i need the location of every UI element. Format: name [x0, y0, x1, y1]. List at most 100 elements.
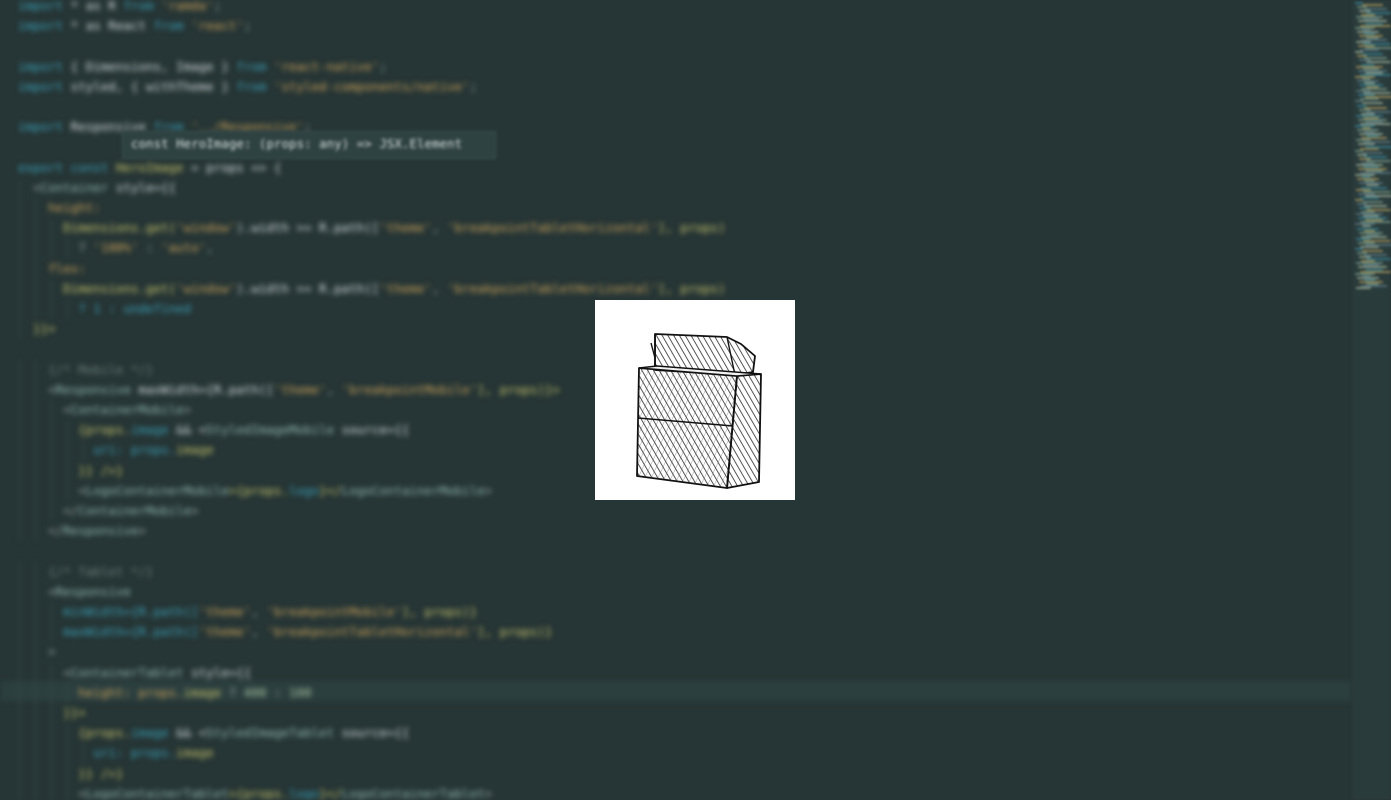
indent-guide [50, 783, 52, 800]
code-token: import [18, 0, 64, 13]
indent-guide [50, 440, 52, 461]
code-token: }}> [18, 321, 56, 337]
code-token: ; [243, 18, 252, 34]
code-token: image [176, 442, 214, 458]
code-token: LogoContainerMobile [85, 482, 229, 498]
code-token: ], props)} [401, 604, 478, 619]
code-line: </Responsive> [18, 521, 146, 541]
code-token: height: props. [18, 684, 184, 700]
code-token: ; [469, 78, 478, 94]
code-token: 'breakpointTabletHorizontal' [266, 624, 478, 640]
code-token: image [130, 422, 169, 438]
code-token: * as React [63, 18, 154, 34]
code-line: <LogoContainerMobile>{props.logo}</LogoC… [18, 481, 492, 501]
code-token: ], props)}> [477, 381, 560, 397]
code-token: , [251, 604, 267, 619]
indent-guide [50, 420, 52, 441]
code-token: , [326, 381, 342, 397]
code-token: Responsive [63, 523, 139, 539]
code-line: > [18, 642, 56, 662]
code-line: }} />} [18, 764, 123, 784]
code-line: maxWidth={R.path(['theme', 'breakpointTa… [18, 622, 552, 642]
indent-guide [50, 682, 52, 703]
code-token: 'window' [176, 280, 237, 296]
code-token: ContainerMobile [78, 503, 192, 518]
code-token: 'breakpointMobile' [341, 381, 478, 397]
indent-guide [50, 723, 52, 744]
code-token: Responsive [55, 583, 131, 599]
code-token: ], props)} [477, 624, 553, 640]
indent-guide [66, 238, 68, 259]
minimap[interactable] [1352, 0, 1391, 800]
indent-guide [34, 561, 36, 582]
code-token: 100 [288, 684, 312, 700]
indent-guide [34, 440, 36, 461]
code-line: }}> [18, 703, 86, 723]
code-line: import styled, { withTheme } from 'style… [18, 77, 477, 97]
code-token: style={{ [108, 179, 177, 195]
code-token: , [431, 280, 448, 296]
indent-guide [34, 258, 36, 279]
indent-guide [34, 682, 36, 703]
code-line: ? '100%' : 'auto', [18, 238, 214, 258]
code-token: > [484, 785, 493, 800]
indent-guide [66, 460, 68, 481]
code-token: && < [168, 422, 207, 438]
code-token: < [18, 583, 56, 599]
code-line: <ContainerTablet style={{ [18, 663, 251, 683]
indent-guide [19, 763, 20, 784]
code-token: < [18, 785, 86, 800]
hover-tooltip: const HeroImage: (props: any) => JSX.Ele… [122, 131, 496, 159]
indent-guide [50, 460, 52, 481]
code-line: height: [18, 198, 101, 218]
code-token: image [130, 725, 169, 741]
code-line: height: props.image ? 400 : 100 [18, 683, 312, 703]
code-token: ).width >= R.path([ [236, 220, 380, 236]
indent-guide [66, 783, 68, 800]
indent-guide [50, 218, 52, 239]
code-token: >{props. [228, 785, 289, 800]
code-token: : [138, 240, 161, 256]
indent-guide [50, 743, 52, 764]
indent-guide [66, 480, 68, 501]
code-token: , [206, 240, 214, 256]
indent-guide [19, 561, 20, 582]
code-line: import { Dimensions, Image } from 'react… [18, 57, 387, 77]
indent-guide [19, 642, 20, 663]
indent-guide [34, 783, 36, 800]
code-token: > [484, 482, 493, 498]
code-token: from [236, 78, 267, 94]
indent-guide [19, 602, 20, 623]
code-line: flex: [18, 259, 86, 279]
indent-guide [66, 723, 68, 744]
indent-guide [34, 763, 36, 784]
indent-guide [66, 682, 68, 703]
code-token: Dimensions.get( [18, 280, 177, 296]
code-token: '100%' [93, 240, 139, 256]
indent-guide [19, 278, 20, 299]
indent-guide [19, 379, 20, 400]
code-token: < [18, 381, 56, 397]
code-token: 'ramda' [153, 0, 214, 13]
indent-guide [34, 602, 36, 623]
indent-guide [34, 743, 36, 764]
indent-guide [34, 299, 36, 320]
code-token: }} />} [18, 765, 124, 781]
box-sketch-icon [636, 333, 762, 489]
indent-guide [19, 400, 20, 421]
code-token: style={{ [183, 664, 252, 680]
code-token: 'theme' [273, 381, 327, 397]
code-token: minWidth={R.path([ [18, 604, 199, 619]
code-line: }} />} [18, 461, 123, 481]
indent-guide [34, 622, 36, 643]
indent-guide [50, 238, 52, 259]
code-token: ], props) [657, 280, 726, 296]
code-token: ContainerTablet [70, 664, 184, 680]
code-token: import [18, 78, 64, 94]
code-line: {props.image && <StyledImageMobile sourc… [18, 420, 409, 440]
indent-guide [19, 258, 20, 279]
indent-guide [66, 743, 68, 764]
code-token: , [431, 220, 448, 236]
code-token: from [123, 0, 154, 13]
code-token: }}> [18, 705, 86, 720]
